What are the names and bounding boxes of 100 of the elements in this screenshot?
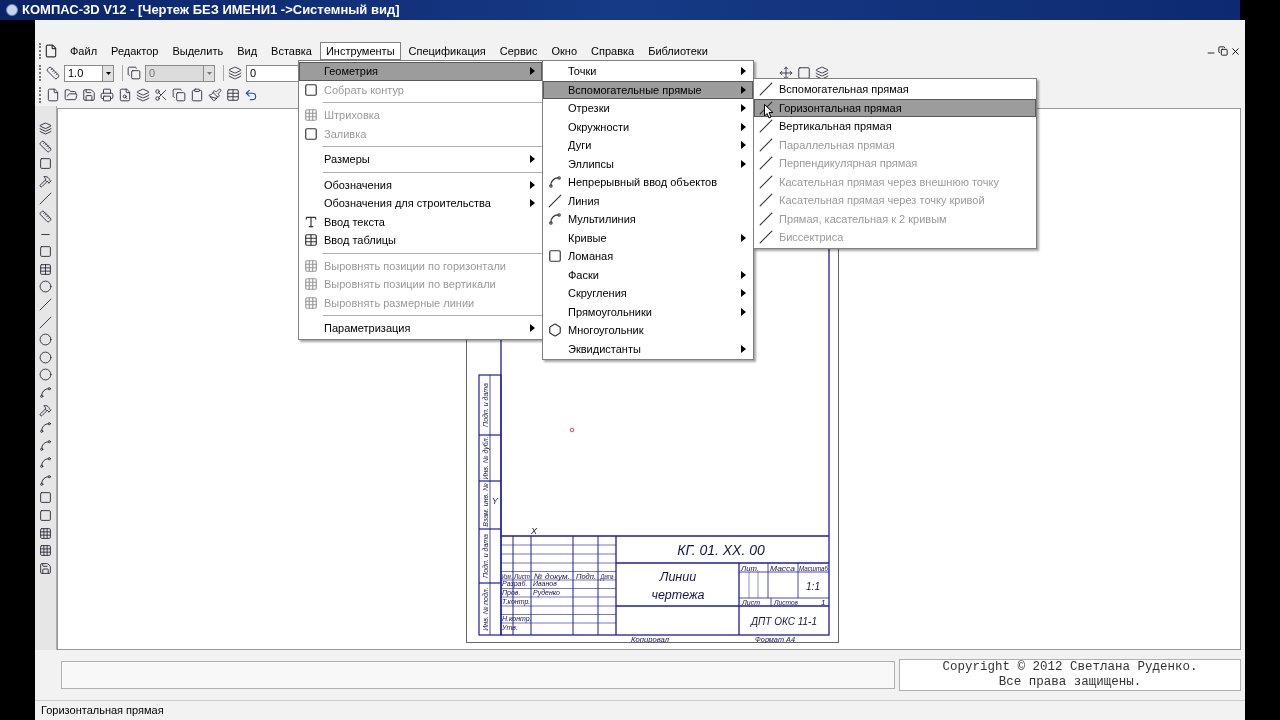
menu-item[interactable]: Линия (543, 191, 753, 210)
menu-item[interactable]: Кривые (543, 228, 753, 247)
grid-icon[interactable] (39, 544, 52, 558)
menu-item[interactable]: Вспомогательные прямые (543, 80, 753, 99)
folder-icon[interactable] (64, 88, 78, 102)
clipboard-icon[interactable] (190, 88, 204, 102)
square-icon (304, 82, 318, 97)
app-logo-icon (6, 4, 18, 16)
menu-item[interactable]: Фаски (543, 265, 753, 284)
table-icon (304, 233, 318, 248)
line-icon (759, 193, 773, 208)
menu-bar-item[interactable]: Вид (231, 42, 264, 60)
ruler-icon[interactable] (46, 66, 60, 80)
menu-item[interactable]: Прямоугольники (543, 302, 753, 321)
menu-bar-item[interactable]: Выделить (166, 42, 230, 60)
circle-icon[interactable] (39, 368, 52, 382)
curve-icon[interactable] (39, 473, 52, 487)
window-title: КОМПАС-3D V12 - [Чертеж БЕЗ ИМЕНИ1 ->Системный вид] (22, 1, 400, 20)
curve-icon[interactable] (39, 385, 52, 399)
menu-item[interactable]: Вспомогательная прямая (754, 80, 1036, 99)
menu-bar-item[interactable]: Библиотеки (642, 42, 714, 60)
hammer-icon[interactable] (39, 174, 52, 188)
file-search-icon[interactable] (118, 88, 132, 102)
document-icon[interactable] (44, 44, 58, 58)
menu-item[interactable]: Мультилиния (543, 210, 753, 229)
restore-icon[interactable] (1218, 46, 1228, 56)
menu-bar-item[interactable]: Спецификация (402, 42, 492, 60)
menu-item[interactable]: Геометрия (299, 62, 542, 81)
undo-icon[interactable] (244, 88, 258, 102)
curve-icon[interactable] (39, 421, 52, 435)
table-icon[interactable] (39, 262, 52, 276)
toolbar-grip[interactable] (39, 65, 42, 81)
layer-combo[interactable]: 0 (145, 64, 215, 82)
curve-icon (548, 212, 562, 227)
menu-item[interactable]: Непрерывный ввод объектов (543, 173, 753, 192)
square-icon[interactable] (39, 245, 52, 259)
column-header: № докум. (534, 572, 570, 581)
menu-bar-item[interactable]: Вставка (265, 42, 318, 60)
caret-icon (530, 180, 535, 189)
square-icon (548, 249, 562, 264)
scissors-icon[interactable] (154, 88, 168, 102)
brush-icon[interactable] (208, 88, 222, 102)
close-icon[interactable] (1230, 45, 1241, 57)
layers-icon[interactable] (136, 88, 150, 102)
circle-icon[interactable] (39, 333, 52, 347)
circle-icon[interactable] (39, 280, 52, 294)
copy-icon[interactable] (172, 88, 186, 102)
menu-bar-item[interactable]: Редактор (105, 42, 165, 60)
copy-icon[interactable] (127, 66, 141, 80)
caret-icon (530, 199, 535, 208)
ruler-icon[interactable] (39, 209, 52, 223)
square-icon[interactable] (39, 157, 52, 171)
new-file-icon[interactable] (46, 88, 60, 102)
line-scale-combo[interactable]: 1.0 (64, 64, 114, 82)
toolbar-grip[interactable] (39, 87, 42, 103)
menu-item[interactable]: Точки (543, 62, 753, 81)
square-icon[interactable] (797, 66, 811, 80)
menu-item[interactable]: Ломаная (543, 247, 753, 266)
curve-icon[interactable] (39, 438, 52, 452)
square-icon[interactable] (39, 509, 52, 523)
line-icon[interactable] (39, 192, 52, 206)
menu-item[interactable]: Дуги (543, 136, 753, 155)
line-icon[interactable] (39, 297, 52, 311)
menu-bar-item[interactable]: Окно (545, 42, 583, 60)
menu-item[interactable]: Эквидистанты (543, 339, 753, 358)
menu-item[interactable]: Скругления (543, 284, 753, 303)
menu-item[interactable]: Эллипсы (543, 154, 753, 173)
menu-item[interactable]: Обозначения для строительства (299, 194, 542, 213)
line-icon[interactable] (39, 315, 52, 329)
menu-item[interactable]: Размеры (299, 150, 542, 169)
layers-icon[interactable] (815, 66, 829, 80)
menu-item[interactable]: Ввод текста (299, 212, 542, 231)
menu-item[interactable]: Отрезки (543, 99, 753, 118)
circle-icon[interactable] (39, 350, 52, 364)
menu-item[interactable]: Параметризация (299, 319, 542, 338)
line-icon (759, 137, 773, 152)
grid-icon[interactable] (39, 526, 52, 540)
menu-bar-item[interactable]: Файл (64, 42, 104, 60)
toolbar-grip[interactable] (39, 43, 42, 59)
square-icon[interactable] (39, 491, 52, 505)
printer-icon[interactable] (100, 88, 114, 102)
hammer-icon[interactable] (39, 403, 52, 417)
layers-icon[interactable] (39, 122, 52, 135)
curve-icon[interactable] (39, 456, 52, 470)
layers-icon[interactable] (228, 66, 242, 80)
line-icon (759, 211, 773, 226)
menu-item[interactable]: Многоугольник (543, 321, 753, 340)
move-icon[interactable] (779, 66, 793, 80)
menu-item[interactable]: Окружности (543, 117, 753, 136)
menu-item[interactable]: Вертикальная прямая (754, 117, 1036, 136)
menu-bar-item[interactable]: Инструменты (319, 42, 401, 60)
table-icon[interactable] (226, 88, 240, 102)
ruler-icon[interactable] (39, 139, 52, 153)
menu-bar-item[interactable]: Справка (585, 42, 641, 60)
menu-item[interactable]: Ввод таблицы (299, 231, 542, 250)
save-icon[interactable] (39, 561, 52, 575)
menu-bar-item[interactable]: Сервис (493, 42, 544, 60)
save-icon[interactable] (82, 88, 96, 102)
menu-item[interactable]: Обозначения (299, 175, 542, 194)
menu-item[interactable]: Горизонтальная прямая (754, 98, 1036, 117)
